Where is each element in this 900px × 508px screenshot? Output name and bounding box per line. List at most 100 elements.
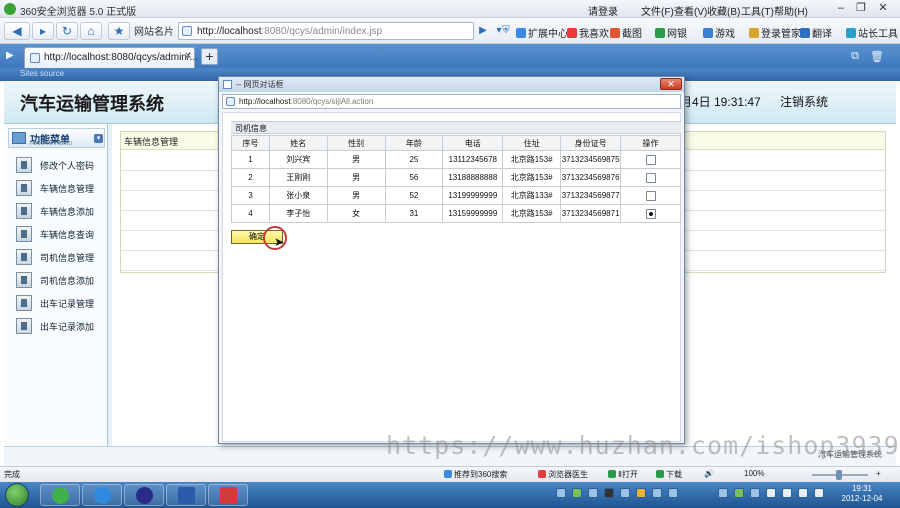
status-search[interactable]: 推荐到360搜索 bbox=[444, 469, 507, 480]
document-icon bbox=[16, 272, 32, 288]
favorite-star-button[interactable]: ★ bbox=[108, 22, 130, 40]
taskbar-app-toolbox[interactable] bbox=[208, 484, 248, 506]
back-button[interactable]: ◀ bbox=[4, 22, 30, 40]
tray-icon[interactable] bbox=[668, 488, 678, 498]
toolbar-translate[interactable]: 翻译 bbox=[800, 25, 832, 40]
start-button[interactable] bbox=[5, 483, 29, 507]
select-radio[interactable] bbox=[645, 172, 656, 183]
taskbar-app-360-browser[interactable] bbox=[40, 484, 80, 506]
speaker-icon[interactable]: 🔊 bbox=[704, 469, 714, 478]
menu-favorites[interactable]: 收藏(B) bbox=[707, 3, 740, 18]
menu-help[interactable]: 帮助(H) bbox=[774, 3, 808, 18]
translate-icon bbox=[800, 28, 810, 38]
taskbar-clock[interactable]: 19:31 2012-12-04 bbox=[838, 484, 886, 504]
zoom-level[interactable]: 100% bbox=[744, 469, 764, 478]
dialog-body: 司机信息 序号 姓名 性别 年龄 电话 住址 身份证号 操作 1 刘兴宾 男 2… bbox=[222, 112, 681, 442]
dialog-address-bar: http://localhost:8080/qcys/sijiAll.actio… bbox=[222, 94, 681, 109]
cell-index: 1 bbox=[231, 150, 270, 169]
new-tab-button[interactable]: + bbox=[201, 48, 218, 65]
document-icon bbox=[16, 203, 32, 219]
logout-link[interactable]: 注销系统 bbox=[780, 93, 828, 110]
tray-icon[interactable] bbox=[588, 488, 598, 498]
status-open[interactable]: Ⅱ打开 bbox=[608, 469, 638, 480]
address-bar[interactable]: http://localhost:8080/qcys/admin/index.j… bbox=[178, 22, 474, 40]
menu-subtitle: FUNCTION MENU bbox=[30, 141, 72, 147]
sidebar-item-trip-add[interactable]: 出车记录添加 bbox=[16, 317, 108, 335]
gamepad-icon bbox=[703, 28, 713, 38]
site-card-dropdown[interactable]: 网站名片 bbox=[134, 23, 174, 38]
download-icon bbox=[656, 470, 664, 478]
trash-icon[interactable]: 🗑 bbox=[870, 50, 884, 63]
taskbar-app-word[interactable] bbox=[166, 484, 206, 506]
star-icon: ★ bbox=[113, 24, 125, 38]
sidebar-menu: 功能菜单 FUNCTION MENU ▾ 修改个人密码 车辆信息管理 车辆信息添… bbox=[4, 124, 108, 446]
network-icon[interactable] bbox=[782, 488, 792, 498]
cell-address: 北京路153# bbox=[502, 168, 562, 187]
toolbar-screenshot[interactable]: 截图 bbox=[610, 25, 642, 40]
sidebar-item-vehicle-add[interactable]: 车辆信息添加 bbox=[16, 202, 108, 220]
tab-bar: ▶ http://localhost:8080/qcys/admin/... ✕… bbox=[0, 44, 900, 68]
cell-gender: 男 bbox=[326, 150, 386, 169]
menu-file[interactable]: 文件(F) bbox=[641, 3, 674, 18]
tab-list-icon[interactable]: ⧉ bbox=[848, 50, 862, 63]
sidebar-item-vehicle-query[interactable]: 车辆信息查询 bbox=[16, 225, 108, 243]
select-radio[interactable] bbox=[645, 154, 656, 165]
status-doctor[interactable]: 浏览器医生 bbox=[538, 469, 588, 480]
sidebar-item-trip-manage[interactable]: 出车记录管理 bbox=[16, 294, 108, 312]
tray-icon[interactable] bbox=[604, 488, 614, 498]
toolbar-login-manager[interactable]: 登录管家 bbox=[749, 25, 801, 40]
sidebar-item-change-password[interactable]: 修改个人密码 bbox=[16, 156, 108, 174]
volume-icon[interactable] bbox=[798, 488, 808, 498]
toolbar-extensions[interactable]: 扩展中心 bbox=[516, 25, 568, 40]
sidebar-item-driver-manage[interactable]: 司机信息管理 bbox=[16, 248, 108, 266]
shield-icon[interactable]: ⛨ bbox=[499, 23, 513, 39]
restore-icon[interactable]: ❐ bbox=[854, 2, 868, 15]
tray-icon[interactable] bbox=[734, 488, 744, 498]
table-header-row: 序号 姓名 性别 年龄 电话 住址 身份证号 操作 bbox=[231, 135, 681, 151]
forward-button[interactable]: ▸ bbox=[32, 22, 54, 40]
tab-close-icon[interactable]: ✕ bbox=[184, 51, 192, 62]
taskbar-app-ie[interactable] bbox=[82, 484, 122, 506]
minimize-icon[interactable]: – bbox=[834, 2, 848, 15]
browser-titlebar: 360安全浏览器 5.0 正式版 请登录 文件(F) 查看(V) 收藏(B) 工… bbox=[0, 0, 900, 18]
tray-icon[interactable] bbox=[636, 488, 646, 498]
sidebar-item-driver-add[interactable]: 司机信息添加 bbox=[16, 271, 108, 289]
go-icon[interactable]: ▶ bbox=[476, 23, 490, 39]
sidebar-toggle-icon[interactable]: ▶ bbox=[6, 50, 14, 61]
scissors-icon bbox=[610, 28, 620, 38]
menu-login[interactable]: 请登录 bbox=[588, 3, 618, 18]
toolbar-games[interactable]: 游戏 bbox=[703, 25, 735, 40]
status-download[interactable]: 下载 bbox=[656, 469, 682, 480]
browser-logo-icon bbox=[4, 3, 16, 15]
toolbar-webmaster[interactable]: 站长工具 bbox=[846, 25, 898, 40]
tray-icon[interactable] bbox=[766, 488, 776, 498]
tab-admin-index[interactable]: http://localhost:8080/qcys/admin/... ✕ bbox=[24, 47, 198, 68]
select-radio[interactable] bbox=[645, 208, 656, 219]
tray-icon[interactable] bbox=[572, 488, 582, 498]
zoom-slider-handle[interactable] bbox=[836, 470, 842, 480]
refresh-button[interactable]: ↻ bbox=[56, 22, 78, 40]
zoom-in-icon[interactable]: + bbox=[876, 469, 881, 478]
sidebar-item-vehicle-manage[interactable]: 车辆信息管理 bbox=[16, 179, 108, 197]
tray-icon[interactable] bbox=[718, 488, 728, 498]
menu-icon bbox=[12, 132, 26, 144]
select-radio[interactable] bbox=[645, 190, 656, 201]
menu-tools[interactable]: 工具(T) bbox=[741, 3, 774, 18]
tray-icon[interactable] bbox=[750, 488, 760, 498]
toolbar-like[interactable]: 我喜欢 bbox=[567, 25, 609, 40]
driver-table: 序号 姓名 性别 年龄 电话 住址 身份证号 操作 1 刘兴宾 男 25 131… bbox=[231, 135, 681, 223]
flag-icon[interactable] bbox=[814, 488, 824, 498]
table-row: 1 刘兴宾 男 25 13112345678 北京路153# 371323456… bbox=[231, 150, 681, 169]
dialog-title: -- 网页对话框 bbox=[236, 80, 284, 89]
taskbar-app-eclipse[interactable] bbox=[124, 484, 164, 506]
tray-icon[interactable] bbox=[620, 488, 630, 498]
menu-view[interactable]: 查看(V) bbox=[674, 3, 707, 18]
dialog-close-button[interactable]: ✕ bbox=[660, 78, 682, 90]
home-button[interactable]: ⌂ bbox=[80, 22, 102, 40]
collapse-icon[interactable]: ▾ bbox=[94, 134, 103, 143]
sidebar-resize-handle[interactable] bbox=[108, 124, 112, 446]
tray-icon[interactable] bbox=[556, 488, 566, 498]
toolbar-bank[interactable]: 网银 bbox=[655, 25, 687, 40]
close-icon[interactable]: ✕ bbox=[876, 2, 890, 15]
tray-icon[interactable] bbox=[652, 488, 662, 498]
